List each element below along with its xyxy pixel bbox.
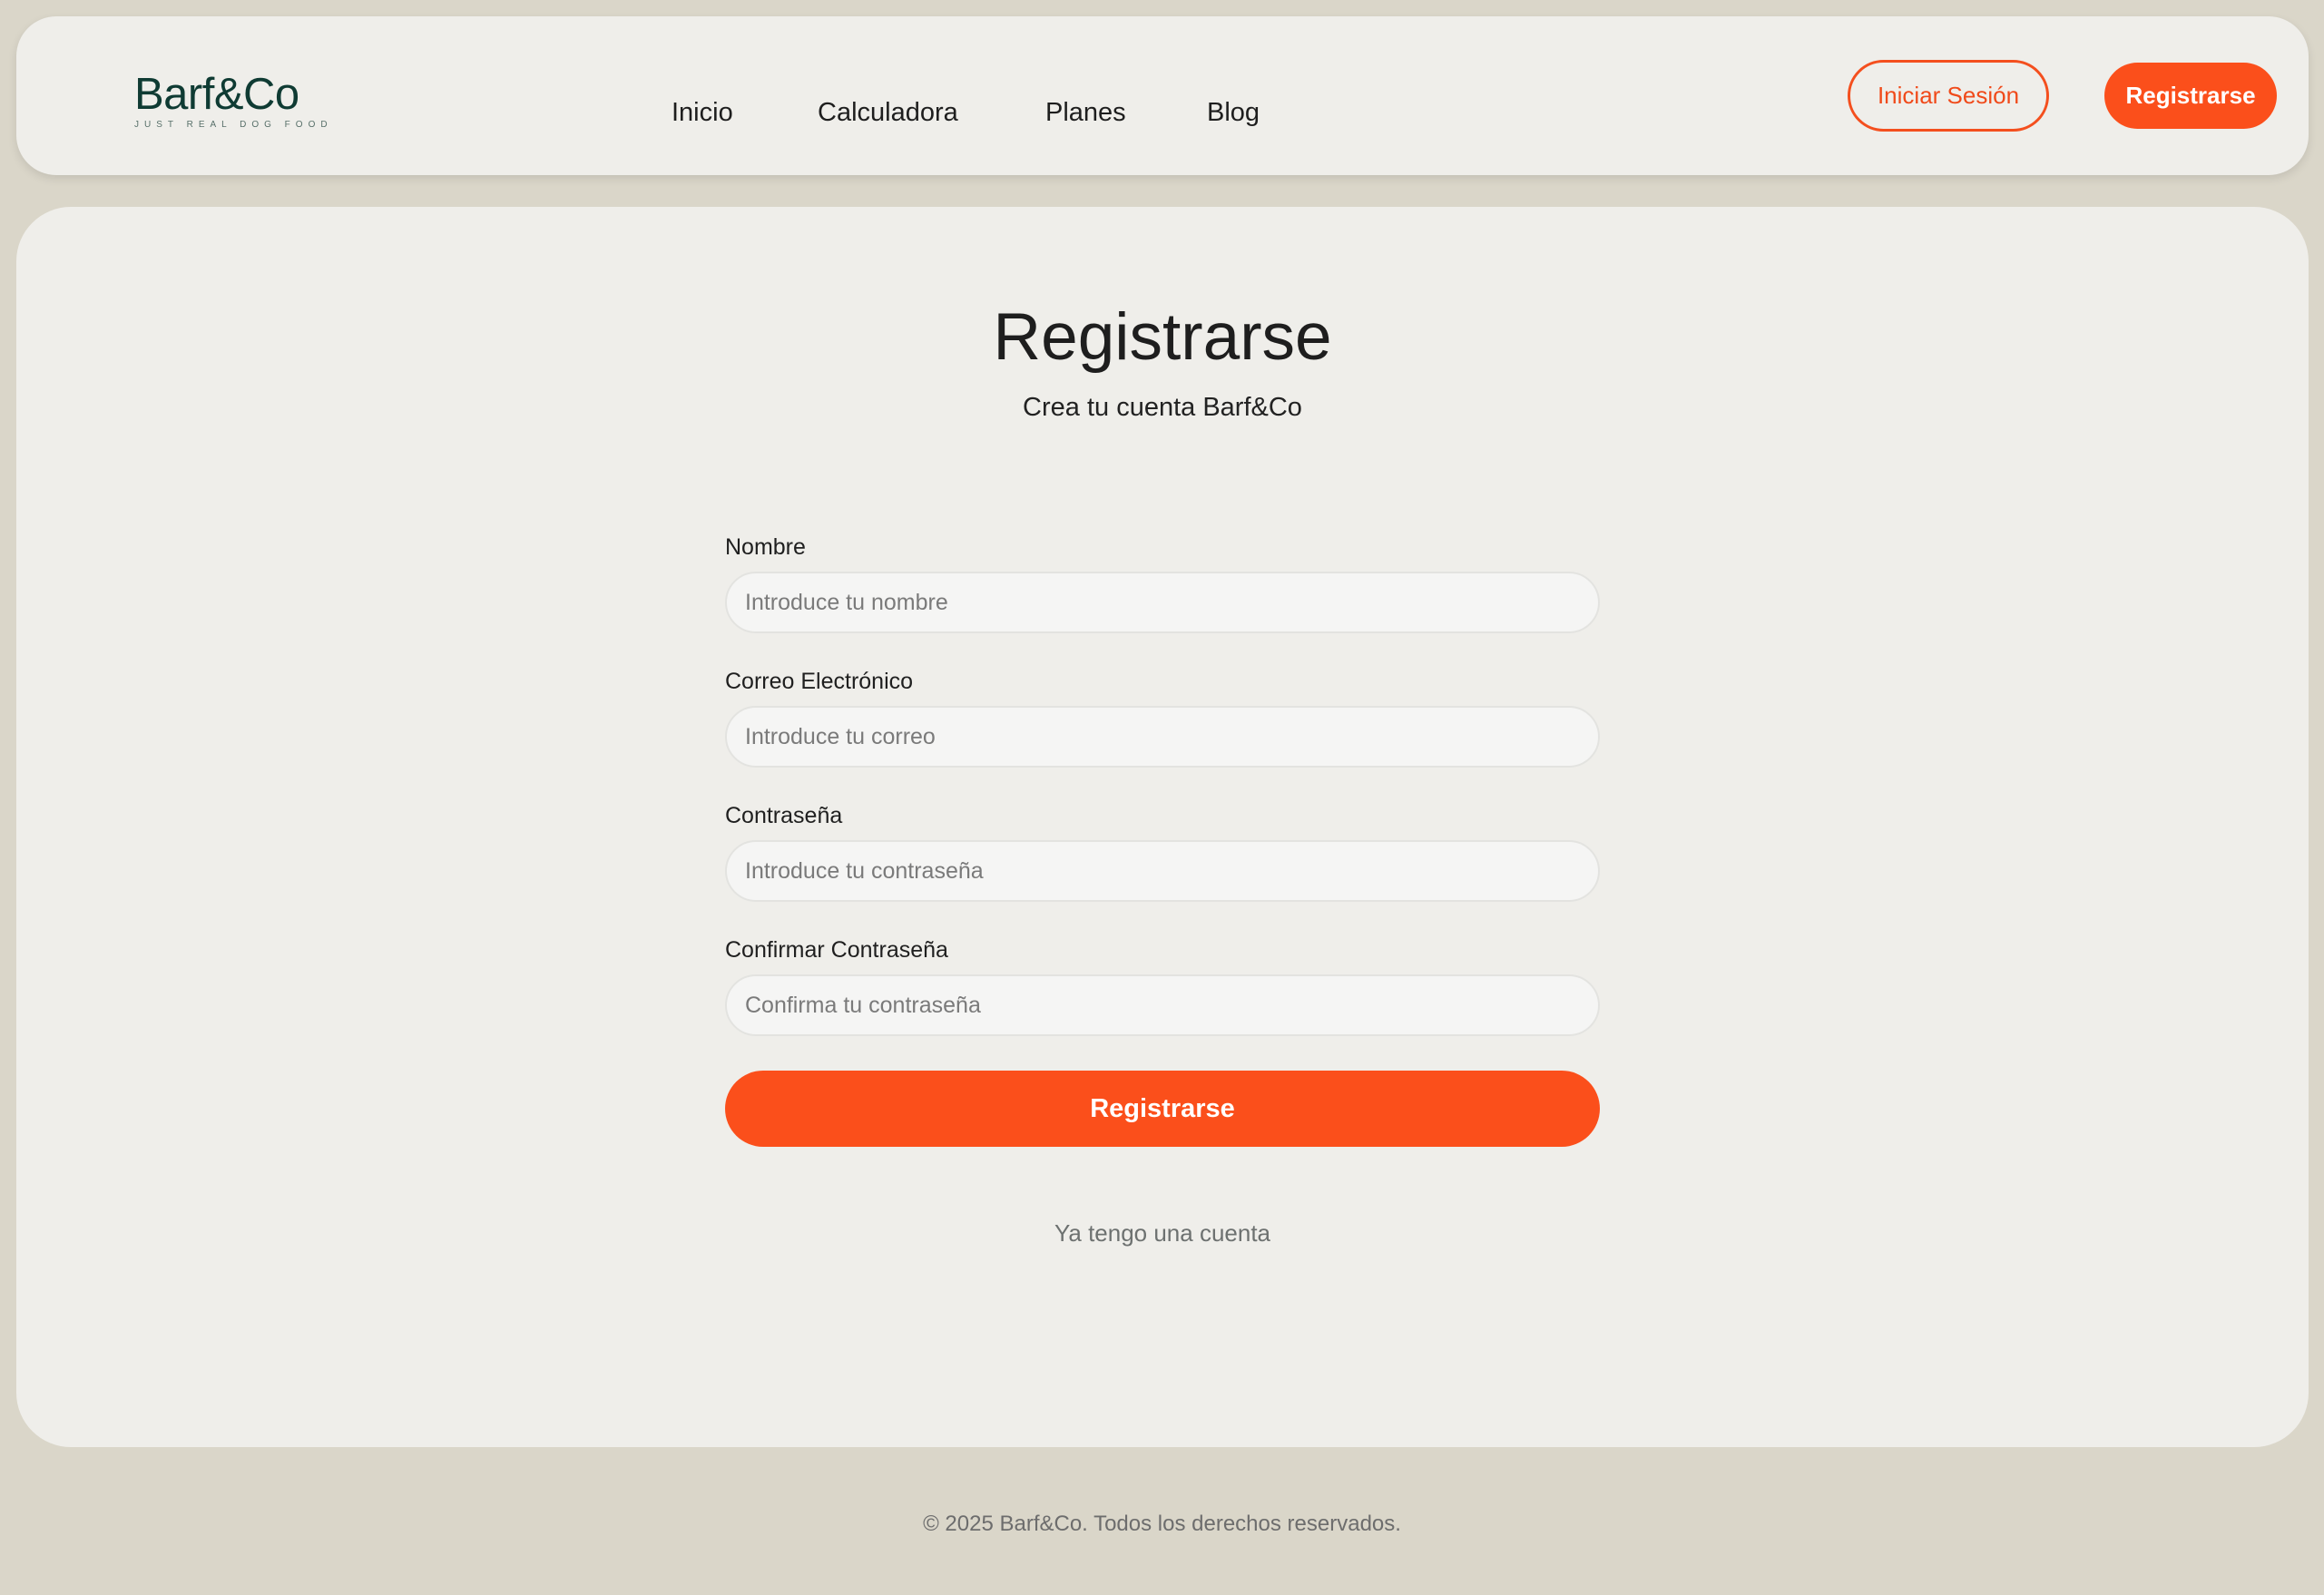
footer-copyright: © 2025 Barf&Co. Todos los derechos reser…	[923, 1512, 1401, 1536]
brand-tagline: JUST REAL DOG FOOD	[134, 120, 333, 130]
password-input[interactable]	[725, 840, 1600, 902]
password-label: Contraseña	[725, 803, 843, 828]
page-title: Registrarse	[993, 300, 1332, 374]
email-label: Correo Electrónico	[725, 669, 914, 694]
nav-item-calculadora[interactable]: Calculadora	[818, 93, 958, 132]
password-field-group: Contraseña	[725, 802, 1600, 902]
header-register-button[interactable]: Registrarse	[2104, 63, 2277, 129]
nav-item-blog[interactable]: Blog	[1207, 93, 1260, 132]
page-subtitle: Crea tu cuenta Barf&Co	[1023, 393, 1302, 422]
confirm-password-label: Confirmar Contraseña	[725, 937, 948, 963]
register-card: Registrarse Crea tu cuenta Barf&Co Nombr…	[16, 207, 2309, 1447]
brand-name: Barf&Co	[134, 70, 299, 119]
existing-account-link[interactable]: Ya tengo una cuenta	[725, 1219, 1600, 1248]
top-header: Barf&Co JUST REAL DOG FOOD Inicio Calcul…	[16, 16, 2309, 175]
email-field-group: Correo Electrónico	[725, 668, 1600, 768]
email-input[interactable]	[725, 706, 1600, 768]
confirm-password-input[interactable]	[725, 974, 1600, 1036]
confirm-password-field-group: Confirmar Contraseña	[725, 936, 1600, 1036]
login-button[interactable]: Iniciar Sesión	[1848, 60, 2049, 132]
name-field-group: Nombre	[725, 533, 1600, 633]
register-form: Nombre Correo Electrónico Contraseña Con…	[725, 533, 1600, 1248]
name-input[interactable]	[725, 572, 1600, 633]
brand-logo[interactable]: Barf&Co JUST REAL DOG FOOD	[134, 73, 334, 154]
nav-item-planes[interactable]: Planes	[1045, 93, 1126, 132]
submit-register-button[interactable]: Registrarse	[725, 1071, 1600, 1147]
name-label: Nombre	[725, 534, 806, 560]
nav-item-inicio[interactable]: Inicio	[672, 93, 733, 132]
